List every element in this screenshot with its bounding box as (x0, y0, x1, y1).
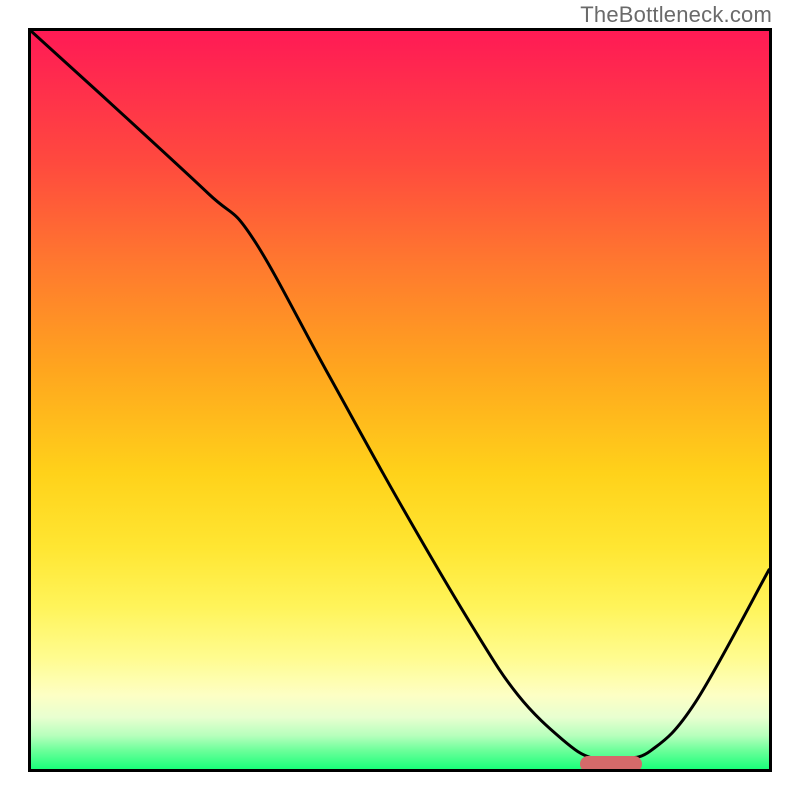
bottleneck-curve (31, 31, 769, 769)
plot-area (28, 28, 772, 772)
optimal-marker (580, 756, 642, 772)
chart-canvas: TheBottleneck.com (0, 0, 800, 800)
watermark-label: TheBottleneck.com (580, 2, 772, 28)
